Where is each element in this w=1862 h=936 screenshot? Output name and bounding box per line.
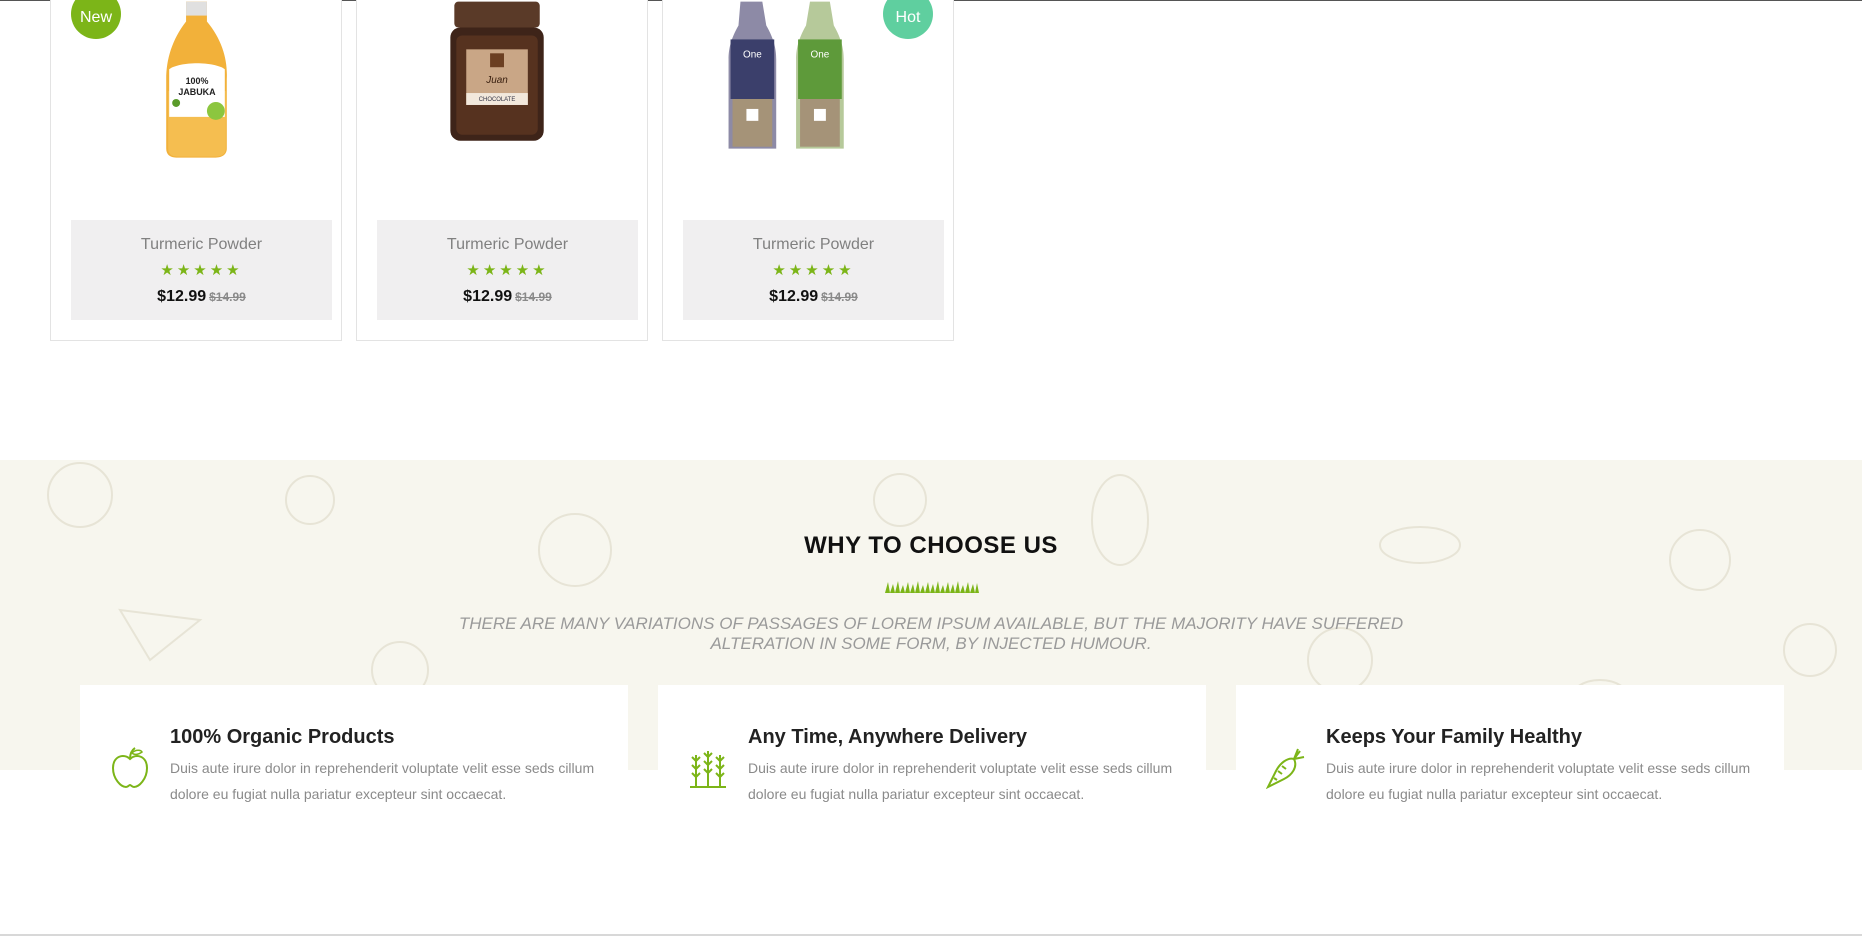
product-name[interactable]: Turmeric Powder bbox=[377, 236, 638, 254]
feature-title: Keeps Your Family Healthy bbox=[1326, 726, 1583, 748]
product-card[interactable]: 100% JABUKA New Turmeric Powder ★★★★★ $1… bbox=[50, 0, 342, 341]
section-subtitle: THERE ARE MANY VARIATIONS OF PASSAGES OF… bbox=[458, 614, 1404, 653]
product-name[interactable]: Turmeric Powder bbox=[683, 236, 944, 254]
svg-text:Juan: Juan bbox=[485, 75, 508, 86]
price: $12.99 $14.99 bbox=[71, 288, 332, 306]
product-card[interactable]: Juan CHOCOLATE Turmeric Powder ★★★★★ $12… bbox=[356, 0, 648, 341]
rating-stars: ★★★★★ bbox=[160, 262, 243, 279]
feature-title: Any Time, Anywhere Delivery bbox=[748, 726, 1028, 748]
product-info: Turmeric Powder ★★★★★ $12.99 $14.99 bbox=[71, 220, 332, 320]
rating-stars: ★★★★★ bbox=[466, 262, 549, 279]
old-price: $14.99 bbox=[209, 290, 246, 304]
rating-stars: ★★★★★ bbox=[772, 262, 855, 279]
feature-description: Duis aute irure dolor in reprehenderit v… bbox=[170, 760, 595, 802]
svg-text:CHOCOLATE: CHOCOLATE bbox=[479, 97, 516, 103]
section-title: WHY TO CHOOSE US bbox=[804, 532, 1058, 559]
price: $12.99 $14.99 bbox=[683, 288, 944, 306]
svg-text:100%: 100% bbox=[186, 76, 209, 86]
product-grid: 100% JABUKA New Turmeric Powder ★★★★★ $1… bbox=[0, 0, 1862, 345]
feature-card-organic: 100% Organic Products Duis aute irure do… bbox=[80, 685, 628, 815]
product-info: Turmeric Powder ★★★★★ $12.99 $14.99 bbox=[683, 220, 944, 320]
svg-text:JABUKA: JABUKA bbox=[178, 87, 216, 97]
product-info: Turmeric Powder ★★★★★ $12.99 $14.99 bbox=[377, 220, 638, 320]
feature-description: Duis aute irure dolor in reprehenderit v… bbox=[748, 760, 1173, 802]
product-name[interactable]: Turmeric Powder bbox=[71, 236, 332, 254]
price: $12.99 $14.99 bbox=[377, 288, 638, 306]
grass-divider-icon bbox=[885, 581, 979, 593]
current-price: $12.99 bbox=[769, 288, 819, 305]
product-image-coffee-jar[interactable]: Juan CHOCOLATE bbox=[357, 0, 647, 199]
feature-description: Duis aute irure dolor in reprehenderit v… bbox=[1326, 760, 1751, 802]
feature-card-healthy: Keeps Your Family Healthy Duis aute irur… bbox=[1236, 685, 1784, 815]
product-card[interactable]: One One Hot Turmeric Powder ★★★★★ $12.99… bbox=[662, 0, 954, 341]
apple-icon bbox=[111, 747, 149, 789]
old-price: $14.99 bbox=[821, 290, 858, 304]
carrot-icon bbox=[1266, 748, 1305, 789]
old-price: $14.99 bbox=[515, 290, 552, 304]
feature-title: 100% Organic Products bbox=[170, 726, 395, 748]
wheat-icon bbox=[690, 751, 726, 788]
current-price: $12.99 bbox=[157, 288, 207, 305]
feature-card-delivery: Any Time, Anywhere Delivery Duis aute ir… bbox=[658, 685, 1206, 815]
svg-text:One: One bbox=[811, 49, 830, 60]
svg-text:One: One bbox=[743, 49, 762, 60]
current-price: $12.99 bbox=[463, 288, 513, 305]
